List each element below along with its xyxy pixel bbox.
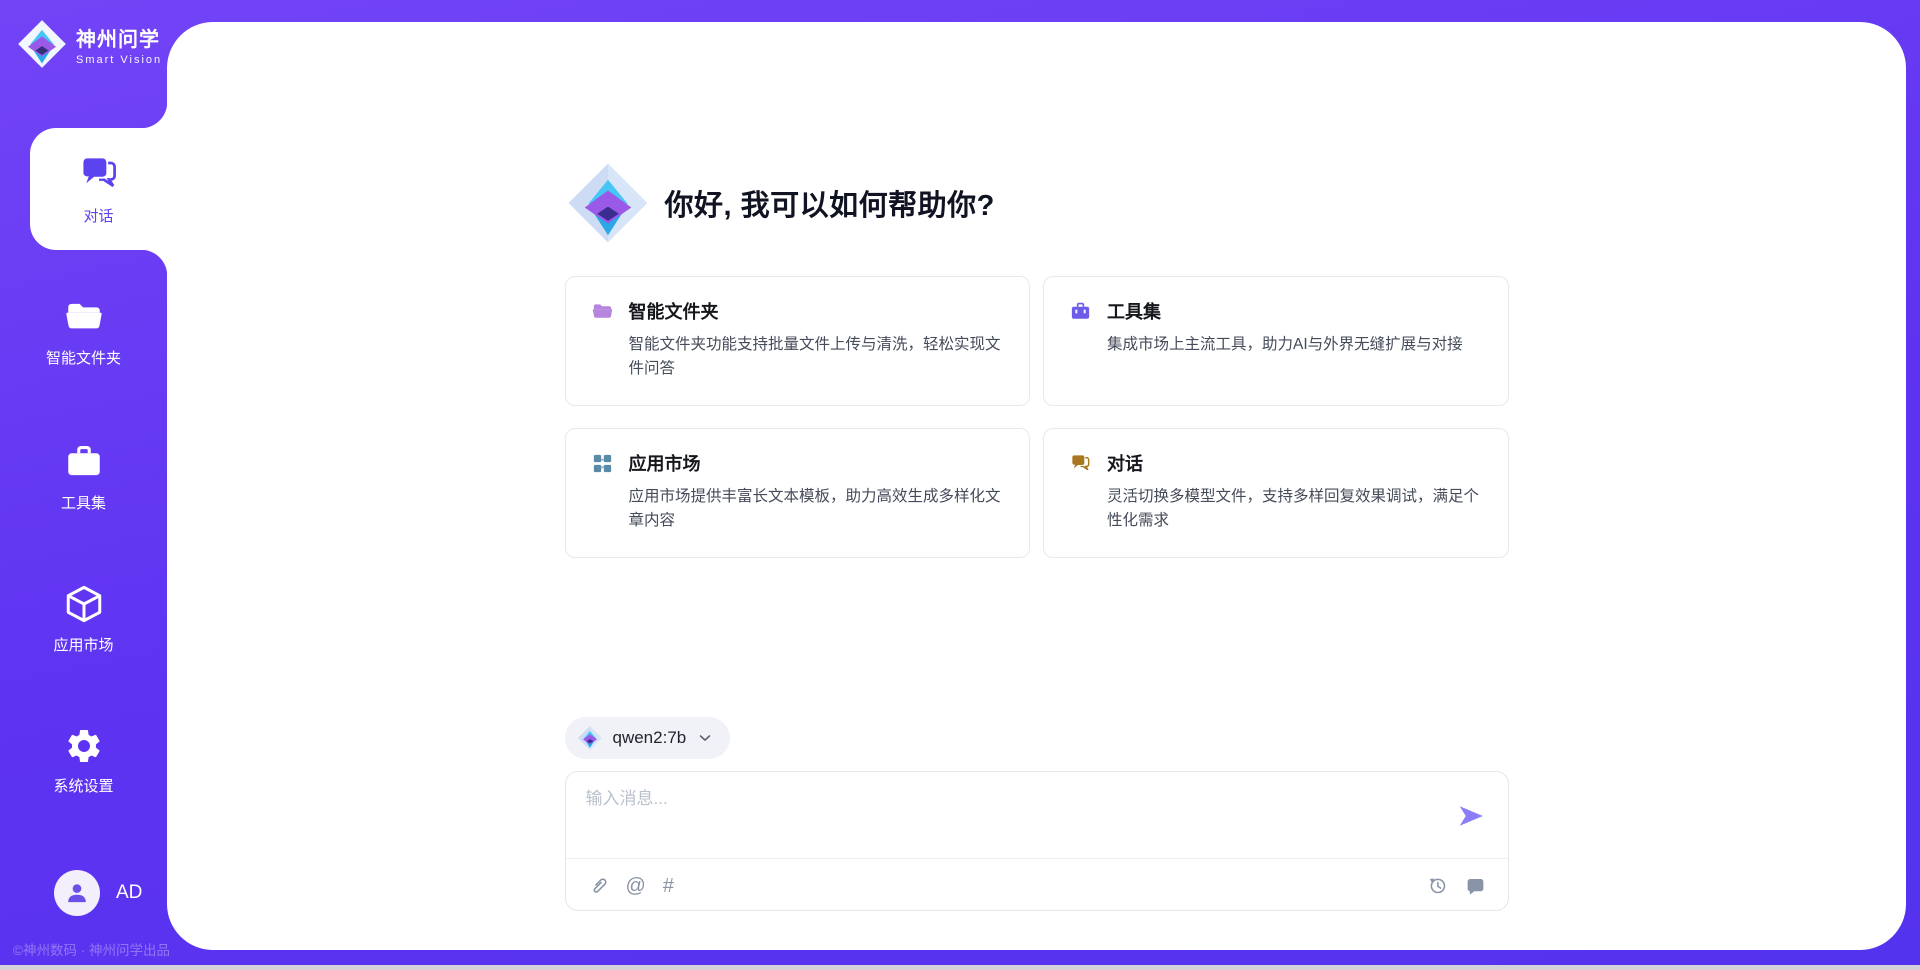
grid-icon bbox=[591, 452, 614, 475]
send-button[interactable] bbox=[1454, 800, 1488, 834]
brand-logo: 神州问学 Smart Vision bbox=[16, 18, 162, 70]
hashtag-button[interactable]: # bbox=[663, 876, 674, 896]
feature-card[interactable]: 智能文件夹 智能文件夹功能支持批量文件上传与清洗，轻松实现文件问答 bbox=[565, 276, 1031, 406]
conversation-button[interactable] bbox=[1465, 875, 1486, 896]
person-icon bbox=[63, 879, 91, 907]
chat-icon bbox=[1069, 452, 1092, 475]
chevron-down-icon bbox=[696, 729, 714, 747]
window-bottom-edge bbox=[0, 965, 1920, 970]
card-description: 集成市场上主流工具，助力AI与外界无缝扩展与对接 bbox=[1107, 333, 1483, 357]
model-selector[interactable]: qwen2:7b bbox=[565, 717, 731, 759]
message-input[interactable] bbox=[586, 784, 1438, 856]
cube-icon bbox=[63, 583, 105, 625]
comment-icon bbox=[1465, 875, 1486, 896]
card-description: 灵活切换多模型文件，支持多样回复效果调试，满足个性化需求 bbox=[1107, 485, 1483, 534]
main-panel: 你好, 我可以如何帮助你? 智能文件夹 智能文件夹功能支持批量文件上传与清洗，轻… bbox=[167, 22, 1906, 950]
input-toolbar: @ # bbox=[588, 875, 1486, 896]
feature-card[interactable]: 应用市场 应用市场提供丰富长文本模板，助力高效生成多样化文章内容 bbox=[565, 428, 1031, 558]
card-description: 应用市场提供丰富长文本模板，助力高效生成多样化文章内容 bbox=[629, 485, 1005, 534]
card-title: 应用市场 bbox=[629, 450, 701, 476]
user-name: AD bbox=[116, 882, 142, 904]
card-title: 对话 bbox=[1107, 450, 1143, 476]
composer: qwen2:7b @ # bbox=[565, 717, 1509, 911]
assistant-diamond-icon bbox=[565, 160, 651, 246]
send-icon bbox=[1456, 801, 1486, 831]
sidebar-item-label: 应用市场 bbox=[53, 634, 113, 655]
sidebar-item-toolset[interactable]: 工具集 bbox=[0, 441, 167, 513]
user-account[interactable]: AD bbox=[54, 870, 142, 916]
sidebar-item-settings[interactable]: 系统设置 bbox=[0, 726, 167, 796]
gear-icon bbox=[64, 726, 104, 766]
attachment-button[interactable] bbox=[588, 875, 609, 896]
brand-subtitle: Smart Vision bbox=[76, 54, 162, 66]
sidebar-item-chat[interactable]: 对话 bbox=[30, 128, 167, 250]
feature-card[interactable]: 对话 灵活切换多模型文件，支持多样回复效果调试，满足个性化需求 bbox=[1043, 428, 1509, 558]
folder-icon bbox=[63, 296, 105, 338]
chat-icon bbox=[77, 152, 121, 196]
divider bbox=[566, 858, 1508, 859]
avatar bbox=[54, 870, 100, 916]
sidebar-item-label: 智能文件夹 bbox=[46, 347, 121, 368]
message-input-box: @ # bbox=[565, 771, 1509, 911]
sidebar-item-label: 系统设置 bbox=[53, 775, 113, 796]
sidebar-footer: ©神州数码 · 神州问学出品 bbox=[13, 939, 170, 959]
greeting-title: 你好, 我可以如何帮助你? bbox=[665, 182, 995, 224]
greeting: 你好, 我可以如何帮助你? bbox=[565, 160, 1509, 246]
sidebar-item-label: 工具集 bbox=[61, 492, 106, 513]
card-title: 工具集 bbox=[1107, 298, 1161, 324]
model-name: qwen2:7b bbox=[613, 728, 687, 748]
feature-cards: 智能文件夹 智能文件夹功能支持批量文件上传与清洗，轻松实现文件问答 工具集 集成… bbox=[565, 276, 1509, 558]
sidebar-item-app-market[interactable]: 应用市场 bbox=[0, 583, 167, 655]
toolbox-icon bbox=[1069, 300, 1092, 323]
sidebar: 神州问学 Smart Vision 对话 智能文件夹 工具集 应用市场 系统设置… bbox=[0, 0, 167, 970]
brand-name: 神州问学 bbox=[76, 23, 162, 52]
model-diamond-icon bbox=[577, 725, 603, 751]
folder-icon bbox=[591, 300, 614, 323]
history-button[interactable] bbox=[1427, 875, 1448, 896]
mention-button[interactable]: @ bbox=[626, 876, 646, 896]
brand-diamond-icon bbox=[16, 18, 68, 70]
paperclip-icon bbox=[588, 875, 609, 896]
card-description: 智能文件夹功能支持批量文件上传与清洗，轻松实现文件问答 bbox=[629, 333, 1005, 382]
feature-card[interactable]: 工具集 集成市场上主流工具，助力AI与外界无缝扩展与对接 bbox=[1043, 276, 1509, 406]
toolbox-icon bbox=[63, 441, 105, 483]
history-icon bbox=[1427, 875, 1448, 896]
card-title: 智能文件夹 bbox=[629, 298, 719, 324]
sidebar-item-smart-folder[interactable]: 智能文件夹 bbox=[0, 296, 167, 368]
sidebar-item-label: 对话 bbox=[83, 205, 113, 226]
